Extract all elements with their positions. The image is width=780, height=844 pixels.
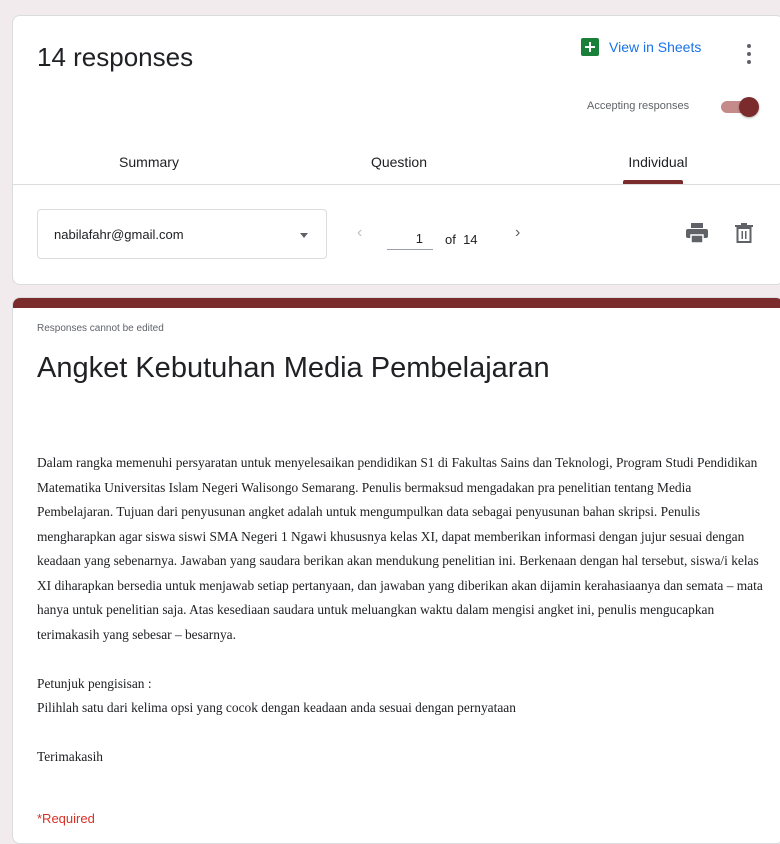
view-in-sheets-button[interactable]: View in Sheets — [581, 38, 701, 56]
intro-paragraph: Dalam rangka memenuhi persyaratan untuk … — [37, 455, 763, 642]
page-number-input[interactable] — [387, 228, 433, 250]
responses-card: 14 responses View in Sheets Accepting re… — [12, 15, 780, 285]
instructions-text: Pilihlah satu dari kelima opsi yang coco… — [37, 700, 516, 715]
responses-count-title: 14 responses — [37, 42, 194, 72]
tab-summary[interactable]: Summary — [109, 154, 189, 170]
form-title: Angket Kebutuhan Media Pembelajaran — [37, 352, 550, 384]
respondent-select[interactable]: nabilafahr@gmail.com — [37, 209, 327, 259]
chevron-right-icon[interactable]: › — [515, 224, 520, 242]
more-vert-icon[interactable] — [739, 42, 759, 66]
chevron-left-icon[interactable]: ‹ — [357, 224, 362, 242]
print-icon[interactable] — [686, 223, 708, 243]
accepting-responses-label: Accepting responses — [587, 100, 690, 112]
accepting-responses-toggle[interactable] — [719, 97, 759, 117]
respondent-email: nabilafahr@gmail.com — [54, 227, 184, 242]
tab-active-indicator — [623, 180, 683, 184]
form-description: Dalam rangka memenuhi persyaratan untuk … — [37, 451, 763, 770]
form-response-card: Responses cannot be edited Angket Kebutu… — [12, 297, 780, 844]
form-accent-bar — [13, 298, 780, 308]
trash-icon[interactable] — [735, 223, 753, 243]
thanks-text: Terimakasih — [37, 749, 103, 764]
tab-question[interactable]: Question — [359, 154, 439, 170]
page-total: of 14 — [445, 232, 478, 247]
tab-individual[interactable]: Individual — [613, 154, 703, 170]
instructions-heading: Petunjuk pengisisan : — [37, 675, 152, 691]
responses-cannot-be-edited-notice: Responses cannot be edited — [37, 323, 164, 334]
response-tabs: Summary Question Individual — [13, 142, 780, 185]
toggle-knob — [739, 97, 759, 117]
view-in-sheets-label: View in Sheets — [609, 39, 702, 55]
required-label: *Required — [37, 811, 95, 826]
dropdown-caret-icon — [300, 233, 308, 238]
sheets-icon — [581, 38, 599, 56]
